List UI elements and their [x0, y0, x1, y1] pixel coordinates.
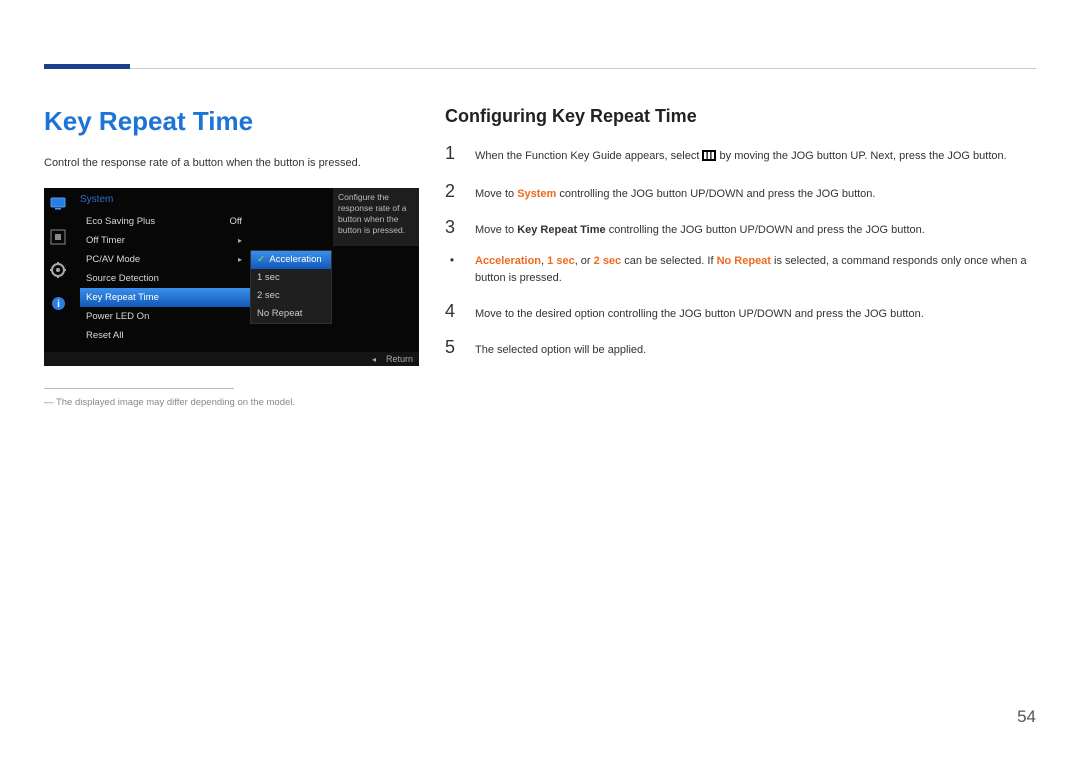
- bullet-icon: •: [445, 253, 459, 267]
- step-text: Move to the desired option controlling t…: [475, 306, 1036, 323]
- osd-menu: Eco Saving Plus Off Off Timer ▸ PC/AV Mode…: [80, 212, 250, 345]
- osd-submenu-label: 1 sec: [257, 272, 280, 283]
- step-number: 3: [445, 217, 459, 238]
- picture-icon: [44, 221, 72, 254]
- osd-menu-value: Off: [230, 216, 243, 227]
- step-text: Move to System controlling the JOG butto…: [475, 186, 1036, 203]
- osd-title: System: [80, 194, 113, 205]
- osd-menu-label: Source Detection: [86, 273, 159, 284]
- step-text: When the Function Key Guide appears, sel…: [475, 148, 1036, 167]
- osd-return-label: Return: [386, 354, 413, 364]
- gear-icon: [44, 254, 72, 287]
- osd-menu-label: Key Repeat Time: [86, 292, 159, 303]
- screenshot-caption: The displayed image may differ depending…: [44, 397, 419, 408]
- check-icon: ✓: [257, 254, 265, 265]
- page-number: 54: [1017, 707, 1036, 727]
- osd-screenshot: i System Eco Saving Plus Off Off Timer ▸ P…: [44, 188, 419, 366]
- step-text: The selected option will be applied.: [475, 342, 1036, 359]
- svg-text:i: i: [57, 299, 60, 310]
- menu-icon: [702, 150, 716, 167]
- intro-text: Control the response rate of a button wh…: [44, 155, 419, 172]
- info-icon: i: [44, 287, 72, 320]
- osd-tab-icons: i: [44, 188, 72, 352]
- chevron-left-icon: ◂: [372, 355, 376, 364]
- osd-menu-label: Eco Saving Plus: [86, 216, 155, 227]
- step-number: 5: [445, 337, 459, 358]
- step-number: 1: [445, 143, 459, 164]
- step-number: 4: [445, 301, 459, 322]
- step-bullet-text: Acceleration, 1 sec, or 2 sec can be sel…: [475, 253, 1036, 287]
- osd-submenu-label: 2 sec: [257, 290, 280, 301]
- step-text: Move to Key Repeat Time controlling the …: [475, 222, 1036, 239]
- chevron-right-icon: ▸: [238, 236, 242, 245]
- header-accent: [44, 64, 130, 69]
- osd-menu-label: Power LED On: [86, 311, 149, 322]
- osd-submenu: ✓ Acceleration 1 sec 2 sec No Repeat: [250, 250, 332, 324]
- osd-menu-label: Off Timer: [86, 235, 125, 246]
- osd-menu-label: Reset All: [86, 330, 124, 341]
- sub-title: Configuring Key Repeat Time: [445, 106, 1036, 127]
- section-title: Key Repeat Time: [44, 106, 419, 137]
- osd-submenu-label: Acceleration: [269, 254, 321, 265]
- monitor-icon: [44, 188, 72, 221]
- step-number: 2: [445, 181, 459, 202]
- osd-menu-label: PC/AV Mode: [86, 254, 140, 265]
- osd-submenu-label: No Repeat: [257, 308, 302, 319]
- caption-rule: [44, 388, 234, 389]
- chevron-right-icon: ▸: [238, 255, 242, 264]
- osd-footer: ◂ Return: [44, 352, 419, 366]
- osd-description: Configure the response rate of a button …: [333, 188, 419, 246]
- header-rule: [44, 68, 1036, 69]
